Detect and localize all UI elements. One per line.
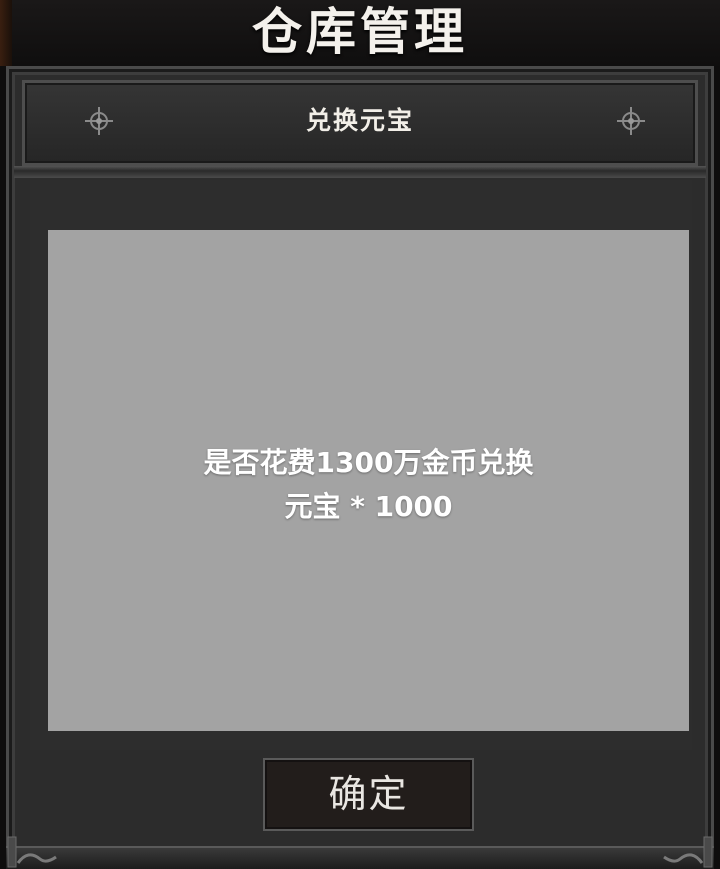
dialog-header: 兑换元宝 bbox=[22, 80, 698, 166]
header-divider bbox=[14, 166, 706, 178]
dialog-title: 兑换元宝 bbox=[305, 106, 414, 135]
scroll-ornament-icon bbox=[663, 836, 713, 868]
ornament-icon bbox=[617, 107, 645, 135]
bottom-frame bbox=[6, 846, 714, 869]
title-bar: 仓库管理 bbox=[0, 0, 720, 66]
page-title: 仓库管理 bbox=[252, 3, 468, 61]
confirm-message: 是否花费1300万金币兑换 元宝 * 1000 bbox=[48, 441, 689, 529]
message-box: 是否花费1300万金币兑换 元宝 * 1000 bbox=[48, 230, 689, 731]
message-line-1: 是否花费1300万金币兑换 bbox=[203, 446, 534, 479]
message-line-2: 元宝 * 1000 bbox=[284, 490, 453, 523]
confirm-button[interactable]: 确定 bbox=[263, 758, 474, 831]
scroll-ornament-icon bbox=[7, 836, 57, 868]
